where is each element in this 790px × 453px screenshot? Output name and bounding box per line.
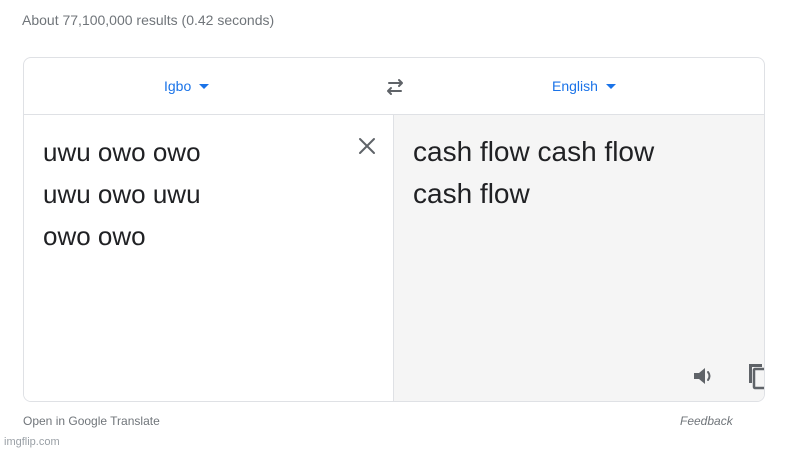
copy-icon: [749, 364, 764, 390]
source-pane: uwu owo owo uwu owo uwu owo owo: [24, 115, 394, 401]
source-language-label: Igbo: [164, 78, 192, 94]
clear-source-button[interactable]: [356, 135, 378, 157]
swap-languages-button[interactable]: [380, 72, 410, 102]
speaker-icon: [694, 368, 711, 384]
swap-languages-icon: [387, 79, 403, 95]
target-language-select[interactable]: English: [552, 58, 616, 115]
copy-button[interactable]: [746, 361, 764, 391]
close-icon: [359, 138, 375, 154]
open-in-google-translate-link[interactable]: Open in Google Translate: [23, 414, 160, 428]
results-stats: About 77,100,000 results (0.42 seconds): [22, 12, 275, 28]
target-pane: cash flow cash flow cash flow: [394, 115, 764, 401]
listen-button[interactable]: [690, 363, 716, 389]
source-language-select[interactable]: Igbo: [164, 58, 210, 115]
translated-text: cash flow cash flow cash flow: [413, 136, 655, 209]
translate-card: Igbo English uwu owo owo uwu owo uwu owo…: [23, 57, 765, 402]
chevron-down-icon: [605, 83, 616, 89]
feedback-link[interactable]: Feedback: [680, 414, 733, 428]
language-bar: Igbo English: [24, 58, 764, 115]
chevron-down-icon: [199, 83, 210, 89]
watermark: imgflip.com: [4, 436, 60, 448]
source-text-input[interactable]: uwu owo owo uwu owo uwu owo owo: [43, 131, 353, 257]
target-language-label: English: [552, 78, 598, 94]
